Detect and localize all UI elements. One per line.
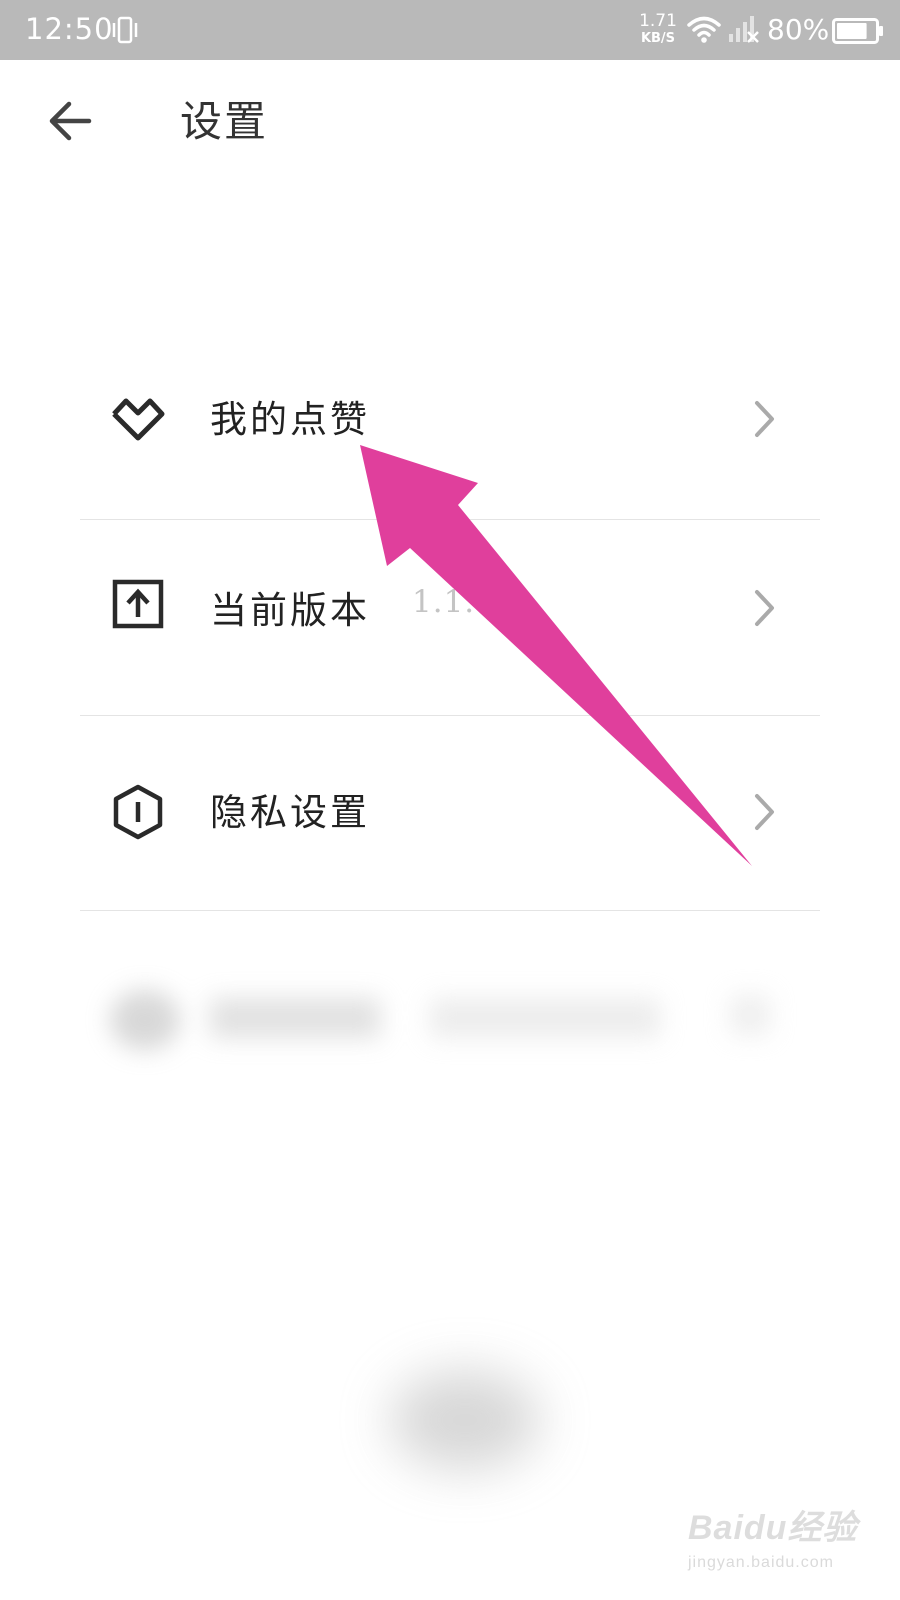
status-bar: 12:50 1.71 KB/S 80%: [0, 0, 900, 60]
page-title: 设置: [180, 97, 269, 146]
network-speed-value: 1.71: [639, 11, 677, 31]
settings-item-label: 隐私设置: [210, 791, 370, 834]
network-speed: 1.71 KB/S: [638, 12, 678, 48]
blurred-content: [390, 1370, 540, 1470]
status-time: 12:50: [25, 12, 114, 46]
settings-item-label: 我的点赞: [210, 398, 370, 441]
settings-item-label: 当前版本: [210, 589, 370, 632]
settings-list: 我的点赞 当前版本 1.1.4 隐私设置: [80, 325, 820, 911]
cellular-signal-icon: [729, 16, 759, 43]
baidu-watermark: Baidu经验 jingyan.baidu.com: [688, 1500, 878, 1590]
network-speed-unit: KB/S: [640, 31, 676, 46]
vibrate-icon: [112, 16, 138, 44]
chevron-right-icon: [755, 401, 774, 437]
back-button[interactable]: [44, 96, 96, 146]
battery-icon: [832, 18, 883, 44]
wifi-icon: [687, 16, 721, 43]
battery-fill: [837, 23, 867, 39]
settings-item-current-version[interactable]: 当前版本 1.1.4: [80, 520, 820, 716]
hexagon-info-icon: [110, 784, 166, 840]
chevron-right-icon: [755, 590, 774, 626]
blurred-settings-item: [70, 960, 810, 1060]
upload-icon: [110, 576, 166, 632]
arrow-left-icon: [49, 101, 92, 141]
heart-outline-icon: [110, 391, 166, 447]
chevron-right-icon: [755, 794, 774, 830]
watermark-url: jingyan.baidu.com: [688, 1554, 834, 1571]
version-number: 1.1.4: [412, 584, 496, 620]
settings-item-my-likes[interactable]: 我的点赞: [80, 325, 820, 520]
watermark-brand: Baidu经验: [688, 1509, 858, 1547]
battery-percentage: 80%: [767, 13, 830, 46]
settings-item-privacy[interactable]: 隐私设置: [80, 716, 820, 911]
settings-screen: 12:50 1.71 KB/S 80% 设置 我的点赞 当前版本 1.1.4 隐…: [0, 0, 900, 1600]
